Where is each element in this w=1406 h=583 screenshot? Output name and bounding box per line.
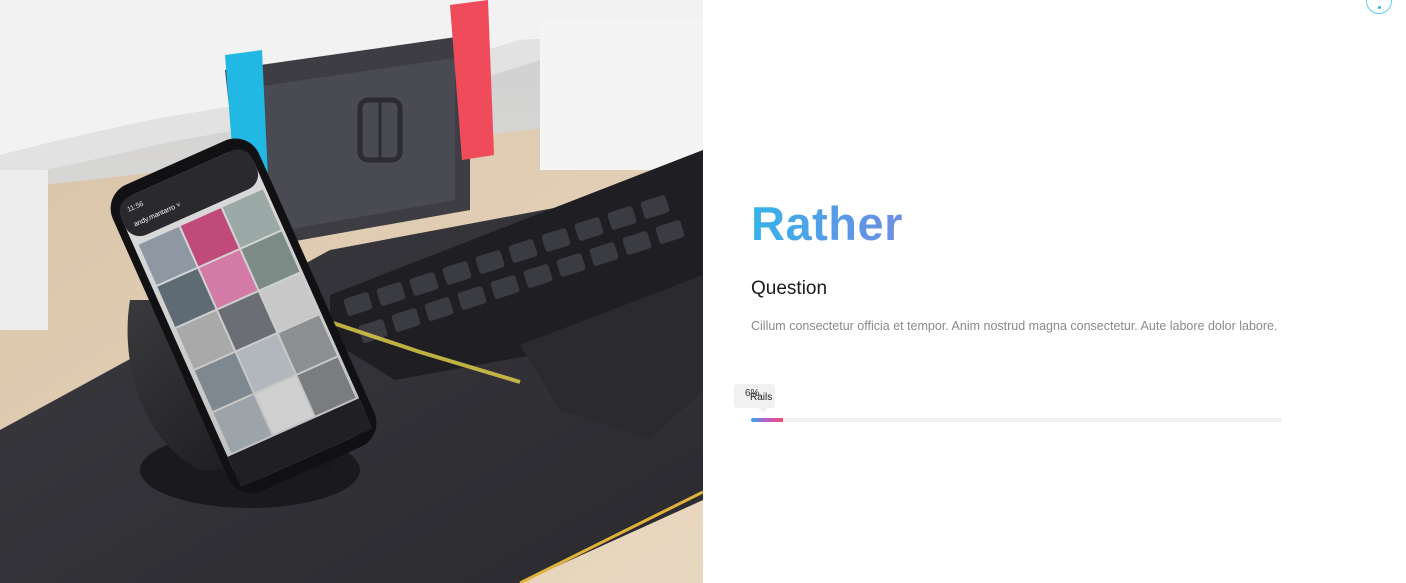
page: 11:56 andy.mantarro ˅ Rather Question Ci… [0, 0, 1406, 583]
progress-label: Rails [750, 392, 773, 403]
hero-subtitle: Question [751, 278, 828, 299]
hero-description: Cillum consectetur officia et tempor. An… [751, 319, 1278, 333]
hero-title: Rather [751, 197, 903, 250]
hero-photo: 11:56 andy.mantarro ˅ [0, 0, 703, 583]
skill-progress: 6% Rails [734, 384, 1282, 424]
progress-track [751, 418, 1282, 422]
corner-menu-button[interactable] [1366, 0, 1392, 14]
dot-circle-icon [1377, 5, 1381, 9]
content-panel: Rather Question Cillum consectetur offic… [703, 0, 1406, 583]
progress-fill [751, 418, 783, 422]
progress-tooltip: 6% Rails [734, 384, 775, 413]
